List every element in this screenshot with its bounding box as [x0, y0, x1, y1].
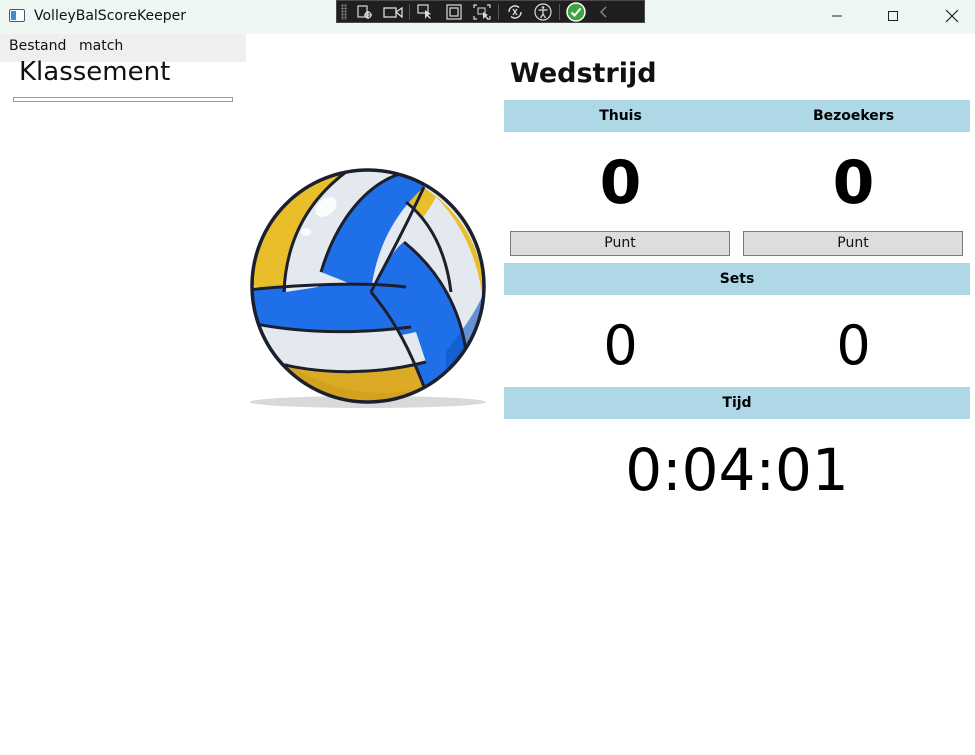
accessibility-icon [534, 2, 552, 21]
record-icon [383, 6, 403, 18]
hot-reload-icon [508, 4, 522, 19]
collapse-toolbar-button[interactable] [590, 1, 618, 22]
select-element-icon [357, 4, 372, 19]
away-team-label: Bezoekers [812, 108, 895, 124]
app-window-icon [9, 9, 25, 22]
volleyball-image [250, 168, 486, 408]
select-element-button[interactable] [351, 1, 379, 22]
time-label: Tijd [722, 395, 752, 411]
match-timer: 0:04:01 [625, 436, 849, 504]
klassement-list[interactable] [13, 97, 233, 102]
away-score: 0 [832, 148, 875, 218]
layout-adorner-icon [446, 3, 462, 20]
sets-label: Sets [719, 271, 755, 287]
toolbar-separator [559, 3, 560, 20]
maximize-icon [888, 11, 898, 21]
klassement-heading: Klassement [19, 57, 171, 87]
home-point-button[interactable]: Punt [510, 231, 730, 256]
home-score: 0 [599, 148, 642, 218]
layout-adorner-button[interactable] [440, 1, 468, 22]
wedstrijd-heading: Wedstrijd [510, 58, 657, 89]
menu-match[interactable]: match [79, 38, 123, 54]
toolbar-separator [409, 3, 410, 20]
accessibility-button[interactable] [529, 1, 557, 22]
window-title: VolleyBalScoreKeeper [34, 8, 186, 24]
toolbar-separator [498, 3, 499, 20]
teams-header-band: Thuis Bezoekers [504, 100, 970, 132]
record-button[interactable] [379, 1, 407, 22]
xaml-debug-toolbar [336, 0, 645, 23]
away-point-button[interactable]: Punt [743, 231, 963, 256]
home-sets: 0 [603, 314, 638, 377]
menu-bestand[interactable]: Bestand [9, 38, 66, 54]
away-sets: 0 [836, 314, 871, 377]
track-focus-icon [473, 3, 491, 20]
track-focus-button[interactable] [468, 1, 496, 22]
minimize-icon [832, 15, 842, 17]
close-icon [945, 9, 959, 23]
binding-check-button[interactable] [562, 1, 590, 22]
sets-header-band: Sets [504, 263, 970, 295]
collapse-icon [600, 6, 607, 17]
pointer-icon [417, 3, 431, 19]
minimize-button[interactable] [814, 0, 860, 32]
hot-reload-button[interactable] [501, 1, 529, 22]
home-team-label: Thuis [599, 108, 642, 124]
toolbar-grip[interactable] [341, 3, 347, 20]
binding-check-icon [566, 1, 586, 22]
time-header-band: Tijd [504, 387, 970, 419]
pointer-button[interactable] [412, 1, 440, 22]
close-button[interactable] [929, 0, 975, 32]
maximize-button[interactable] [870, 0, 916, 32]
